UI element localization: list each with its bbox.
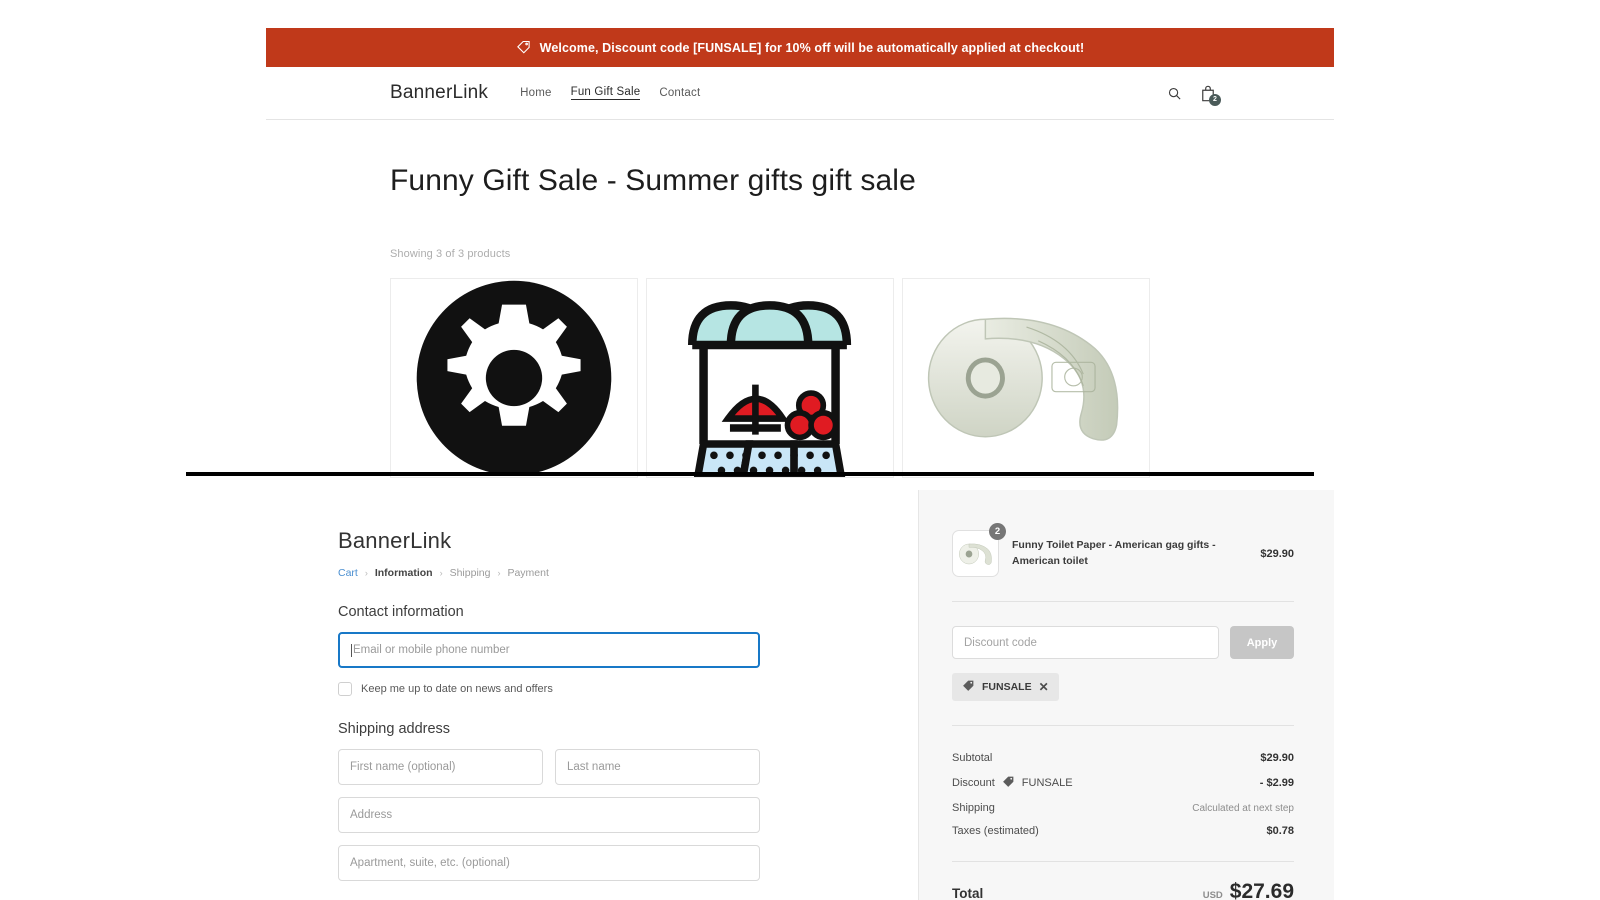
checkout-form-panel: BannerLink Cart › Information › Shipping… [266, 490, 918, 900]
grand-total-row: Total USD $27.69 [952, 880, 1294, 900]
nav-item-fun-gift-sale[interactable]: Fun Gift Sale [570, 86, 641, 100]
header-actions: 2 [1167, 85, 1221, 106]
apply-discount-button[interactable]: Apply [1230, 626, 1294, 659]
storefront-body: BannerLink Home Fun Gift Sale Contact 2 … [266, 67, 1334, 478]
discount-code-placeholder: Discount code [964, 636, 1037, 649]
chevron-right-icon: › [497, 568, 501, 578]
shipping-value: Calculated at next step [1192, 802, 1294, 814]
site-header: BannerLink Home Fun Gift Sale Contact 2 [266, 67, 1334, 120]
storefront-content: Funny Gift Sale - Summer gifts gift sale… [266, 164, 1334, 478]
total-amount: $27.69 [1229, 880, 1294, 900]
address-placeholder: Address [350, 809, 393, 821]
discount-value: - $2.99 [1259, 777, 1294, 789]
totals-list: Subtotal $29.90 Discount FUNSALE - $2.99… [952, 752, 1294, 837]
order-summary-panel: 2 Funny Toilet Paper - American gag gift… [918, 490, 1334, 900]
contact-information-heading: Contact information [338, 604, 464, 620]
newsletter-label: Keep me up to date on news and offers [361, 683, 553, 695]
first-name-field[interactable]: First name (optional) [338, 749, 543, 785]
site-logo[interactable]: BannerLink [390, 82, 488, 104]
market-stall-icon [668, 279, 873, 477]
newsletter-checkbox-row[interactable]: Keep me up to date on news and offers [338, 682, 918, 696]
promo-text: Welcome, Discount code [FUNSALE] for 10%… [539, 40, 1085, 55]
total-currency: USD [1202, 890, 1223, 900]
checkout-screenshot: BannerLink Cart › Information › Shipping… [266, 490, 1334, 900]
last-name-placeholder: Last name [567, 761, 621, 773]
breadcrumb-item-cart[interactable]: Cart [338, 567, 358, 579]
cart-count-badge: 2 [1209, 93, 1221, 106]
price-tag-icon [1002, 775, 1015, 791]
line-item-name: Funny Toilet Paper - American gag gifts … [1012, 539, 1216, 567]
order-line-item: 2 Funny Toilet Paper - American gag gift… [952, 523, 1294, 577]
product-card[interactable] [390, 278, 638, 478]
newsletter-checkbox[interactable] [338, 682, 352, 696]
subtotal-label: Subtotal [952, 752, 993, 764]
product-grid [390, 278, 1210, 478]
breadcrumb-item-payment[interactable]: Payment [507, 567, 548, 579]
name-fields-row: First name (optional) Last name [338, 749, 918, 785]
shipping-label: Shipping [952, 802, 995, 814]
email-field-placeholder: Email or mobile phone number [353, 644, 510, 656]
product-card[interactable] [646, 278, 894, 478]
summary-divider [952, 601, 1294, 602]
main-nav: Home Fun Gift Sale Contact [520, 86, 700, 100]
breadcrumb: Cart › Information › Shipping › Payment [338, 567, 918, 579]
close-icon[interactable]: ✕ [1039, 681, 1049, 693]
email-field[interactable]: Email or mobile phone number [338, 632, 760, 668]
product-card[interactable] [902, 278, 1150, 478]
apartment-placeholder: Apartment, suite, etc. (optional) [350, 857, 510, 869]
breadcrumb-item-information[interactable]: Information [375, 567, 433, 579]
text-caret [351, 643, 352, 657]
page-title: Funny Gift Sale - Summer gifts gift sale [390, 164, 916, 197]
checkout-logo[interactable]: BannerLink [338, 528, 918, 554]
page-root: Welcome, Discount code [FUNSALE] for 10%… [0, 0, 1600, 900]
gear-cog-icon [398, 279, 630, 477]
discount-code-row: Discount code Apply [952, 626, 1294, 659]
discount-code-input[interactable]: Discount code [952, 626, 1219, 659]
nav-item-contact[interactable]: Contact [659, 87, 700, 99]
applied-discount-chip: FUNSALE ✕ [952, 673, 1059, 701]
last-name-field[interactable]: Last name [555, 749, 760, 785]
applied-discount-code: FUNSALE [982, 681, 1032, 693]
money-toilet-paper-photo [909, 279, 1144, 477]
taxes-value: $0.78 [1266, 825, 1294, 837]
storefront-screenshot: Welcome, Discount code [FUNSALE] for 10%… [266, 28, 1334, 478]
chevron-right-icon: › [439, 568, 443, 578]
total-row-taxes: Taxes (estimated) $0.78 [952, 825, 1294, 837]
breadcrumb-item-shipping[interactable]: Shipping [450, 567, 491, 579]
screenshot-divider [186, 472, 1314, 476]
total-row-discount: Discount FUNSALE - $2.99 [952, 775, 1294, 791]
subtotal-value: $29.90 [1260, 752, 1294, 764]
chevron-right-icon: › [364, 568, 368, 578]
search-icon[interactable] [1167, 86, 1182, 101]
apartment-field[interactable]: Apartment, suite, etc. (optional) [338, 845, 760, 881]
discount-label-group: Discount FUNSALE [952, 775, 1073, 791]
total-row-subtotal: Subtotal $29.90 [952, 752, 1294, 764]
total-label: Total [952, 886, 984, 900]
discount-code-tag: FUNSALE [1021, 777, 1073, 789]
total-row-shipping: Shipping Calculated at next step [952, 802, 1294, 814]
promo-banner: Welcome, Discount code [FUNSALE] for 10%… [266, 28, 1334, 67]
product-count-text: Showing 3 of 3 products [390, 248, 511, 260]
shipping-address-heading: Shipping address [338, 721, 451, 737]
price-tag-icon [516, 39, 531, 57]
grand-total-divider [952, 861, 1294, 862]
taxes-label: Taxes (estimated) [952, 825, 1039, 837]
line-item-thumbnail-wrap: 2 [952, 523, 1006, 577]
line-item-quantity-badge: 2 [989, 523, 1006, 540]
price-tag-icon [962, 679, 975, 695]
totals-divider [952, 725, 1294, 726]
total-amount-group: USD $27.69 [1203, 880, 1294, 900]
line-item-price: $29.90 [1260, 547, 1294, 560]
first-name-placeholder: First name (optional) [350, 761, 456, 773]
discount-label: Discount [952, 777, 995, 789]
nav-item-home[interactable]: Home [520, 87, 551, 99]
shopping-bag-icon[interactable]: 2 [1200, 85, 1221, 106]
address-field[interactable]: Address [338, 797, 760, 833]
